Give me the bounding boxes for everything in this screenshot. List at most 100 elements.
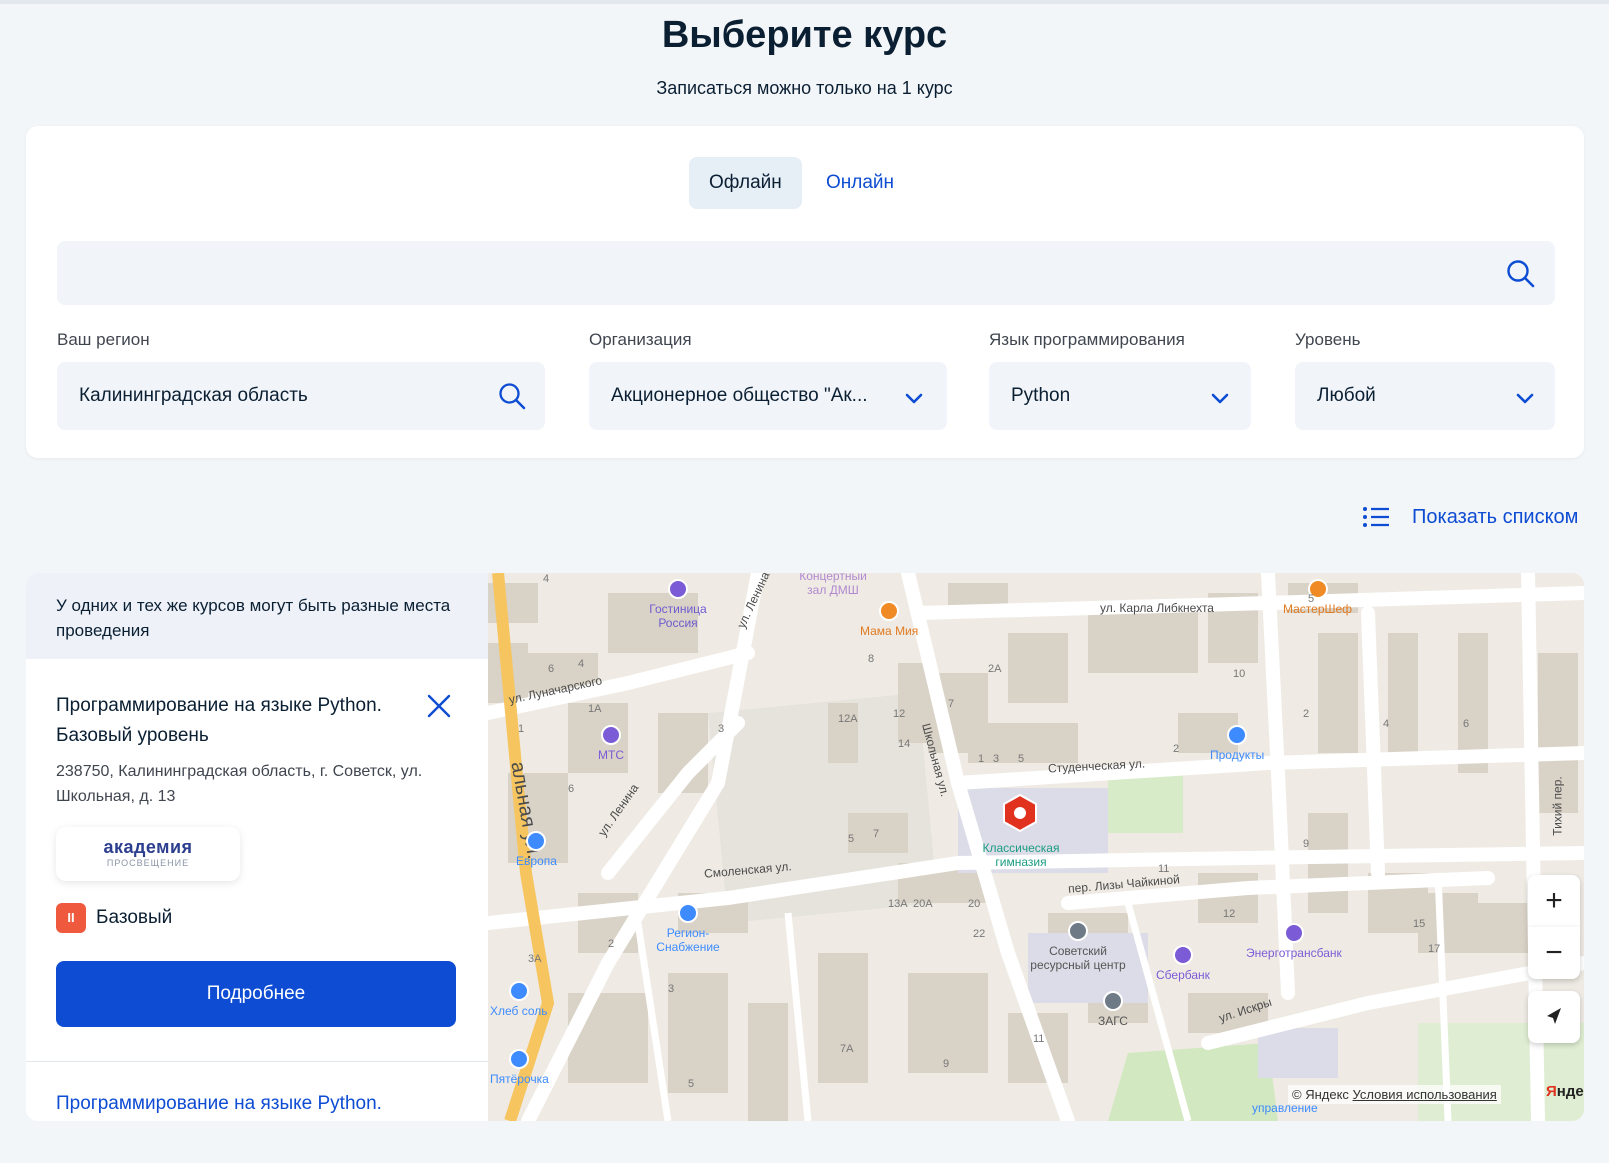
house-number: 1А (588, 703, 602, 715)
house-number: 14 (898, 738, 911, 750)
next-course-title[interactable]: Программирование на языке Python. (56, 1093, 382, 1115)
house-number: 2 (608, 938, 615, 950)
poi-label: Хлеб соль (490, 1004, 548, 1018)
poi-zags[interactable]: ЗАГС (1098, 991, 1128, 1028)
tab-offline[interactable]: Офлайн (689, 157, 802, 209)
poi-gostinitsa[interactable]: Гостиница Россия (638, 579, 718, 630)
hotel-icon (668, 579, 688, 599)
shop-icon (1227, 725, 1248, 745)
poi-mama-mia[interactable]: Мама Мия (860, 601, 918, 638)
venue-notice: У одних и тех же курсов могут быть разны… (26, 573, 488, 659)
poi-label: Сбербанк (1156, 968, 1210, 982)
copyright-text: © Яндекс (1292, 1087, 1349, 1102)
course-title-line1: Программирование на языке Python. (56, 695, 382, 716)
zoom-in-button[interactable]: + (1528, 875, 1580, 927)
level-badge-icon: II (56, 903, 86, 933)
organization-select[interactable]: Акционерное общество "Ак... (589, 362, 947, 430)
house-number: 6 (1463, 718, 1470, 730)
house-number: 4 (1383, 718, 1390, 730)
poi-produkty[interactable]: Продукты (1210, 725, 1264, 762)
details-button[interactable]: Подробнее (56, 961, 456, 1027)
results-container: У одних и тех же курсов могут быть разны… (26, 573, 1584, 1121)
poi-sovetsky-centr[interactable]: Советский ресурсный центр (1018, 921, 1138, 972)
house-number: 7 (948, 698, 955, 710)
house-number: 4 (578, 658, 585, 670)
poi-label: МТС (598, 748, 624, 762)
poi-mastershef[interactable]: МастерШеф (1283, 579, 1352, 616)
show-list-label[interactable]: Показать списком (1412, 506, 1578, 529)
house-number: 1 (978, 753, 985, 765)
bank-icon (1172, 945, 1193, 965)
house-number: 8 (868, 653, 875, 665)
poi-energotransbank[interactable]: Энерготрансбанк (1246, 923, 1342, 960)
house-number: 3 (993, 753, 1000, 765)
search-icon[interactable] (1505, 258, 1537, 290)
poi-gimnaziya[interactable]: Классическая гимназия (966, 841, 1076, 869)
results-sidebar: У одних и тех же курсов могут быть разны… (26, 573, 488, 1121)
card-divider (26, 1061, 488, 1062)
close-icon[interactable] (426, 693, 452, 719)
organization-label: Организация (589, 330, 692, 349)
house-number: 10 (1233, 668, 1246, 680)
house-number: 3А (528, 953, 542, 965)
poi-koncertny[interactable]: Концертный зал ДМШ (788, 573, 878, 597)
search-input[interactable] (57, 241, 1555, 305)
poi-khleb-sol[interactable]: Хлеб соль (490, 981, 548, 1018)
region-field[interactable]: Калининградская область (57, 362, 545, 430)
course-title: Программирование на языке Python. Базовы… (56, 691, 416, 751)
house-number: 5 (1018, 753, 1025, 765)
navigation-arrow-icon (1547, 1008, 1561, 1024)
level-filter-label: Уровень (1295, 330, 1361, 349)
terms-link[interactable]: Условия использования (1353, 1087, 1497, 1102)
shop-icon (601, 725, 621, 745)
poi-label: Европа (516, 854, 557, 868)
building-icon (1068, 921, 1088, 941)
shop-icon (508, 981, 529, 1001)
poi-sberbank[interactable]: Сбербанк (1156, 945, 1210, 982)
zoom-out-button[interactable]: − (1528, 927, 1580, 979)
house-number: 15 (1413, 918, 1426, 930)
house-number: 17 (1428, 943, 1441, 955)
house-number: 11 (1158, 863, 1170, 875)
course-address: 238750, Калининградская область, г. Сове… (56, 763, 423, 805)
house-number: 9 (943, 1058, 950, 1070)
shop-icon (526, 831, 547, 851)
organization-logo-subtext: ПРОСВЕЩЕНИЕ (106, 858, 190, 868)
poi-region-snab[interactable]: Регион-Снабжение (648, 903, 728, 954)
poi-label: Регион-Снабжение (656, 926, 720, 954)
chevron-down-icon (1516, 393, 1534, 404)
map-view[interactable]: ул. Карла Либкнехта ул. Луначарского ул.… (488, 573, 1584, 1121)
house-number: 12А (838, 713, 858, 725)
house-number: 5 (688, 1078, 695, 1090)
house-number: 5 (1308, 593, 1315, 605)
house-number: 5 (848, 833, 855, 845)
language-label: Язык программирования (989, 330, 1185, 349)
poi-label: Пятёрочка (490, 1072, 549, 1086)
show-list-toggle[interactable]: Показать списком (1362, 502, 1578, 532)
house-number: 13А (888, 898, 908, 910)
yandex-logo: Яндекс (1546, 1083, 1584, 1100)
house-number: 3 (718, 723, 725, 735)
house-number: 6 (548, 663, 555, 675)
house-number: 20 (968, 898, 981, 910)
house-number: 22 (973, 928, 986, 940)
house-number: 2А (988, 663, 1002, 675)
chevron-down-icon (1211, 393, 1229, 404)
poi-mts[interactable]: МТС (598, 725, 624, 762)
house-number: 4 (543, 573, 550, 585)
yandex-logo-rest: ндекс (1556, 1083, 1584, 1100)
house-number: 3 (668, 983, 675, 995)
poi-pyaterochka[interactable]: Пятёрочка (490, 1049, 549, 1086)
course-title-line2: Базовый уровень (56, 725, 209, 746)
location-marker-icon[interactable] (1003, 793, 1037, 833)
geolocation-button[interactable] (1528, 991, 1580, 1043)
poi-label: МастерШеф (1283, 602, 1353, 616)
poi-evropa[interactable]: Европа (516, 831, 557, 868)
chevron-down-icon (905, 393, 923, 404)
level-label: Базовый (96, 907, 173, 928)
building-icon (1102, 991, 1123, 1011)
tab-online[interactable]: Онлайн (806, 157, 914, 209)
street-label: Тихий пер. (1550, 776, 1565, 836)
house-number: 2 (1303, 708, 1310, 720)
region-search-icon[interactable] (497, 381, 527, 411)
